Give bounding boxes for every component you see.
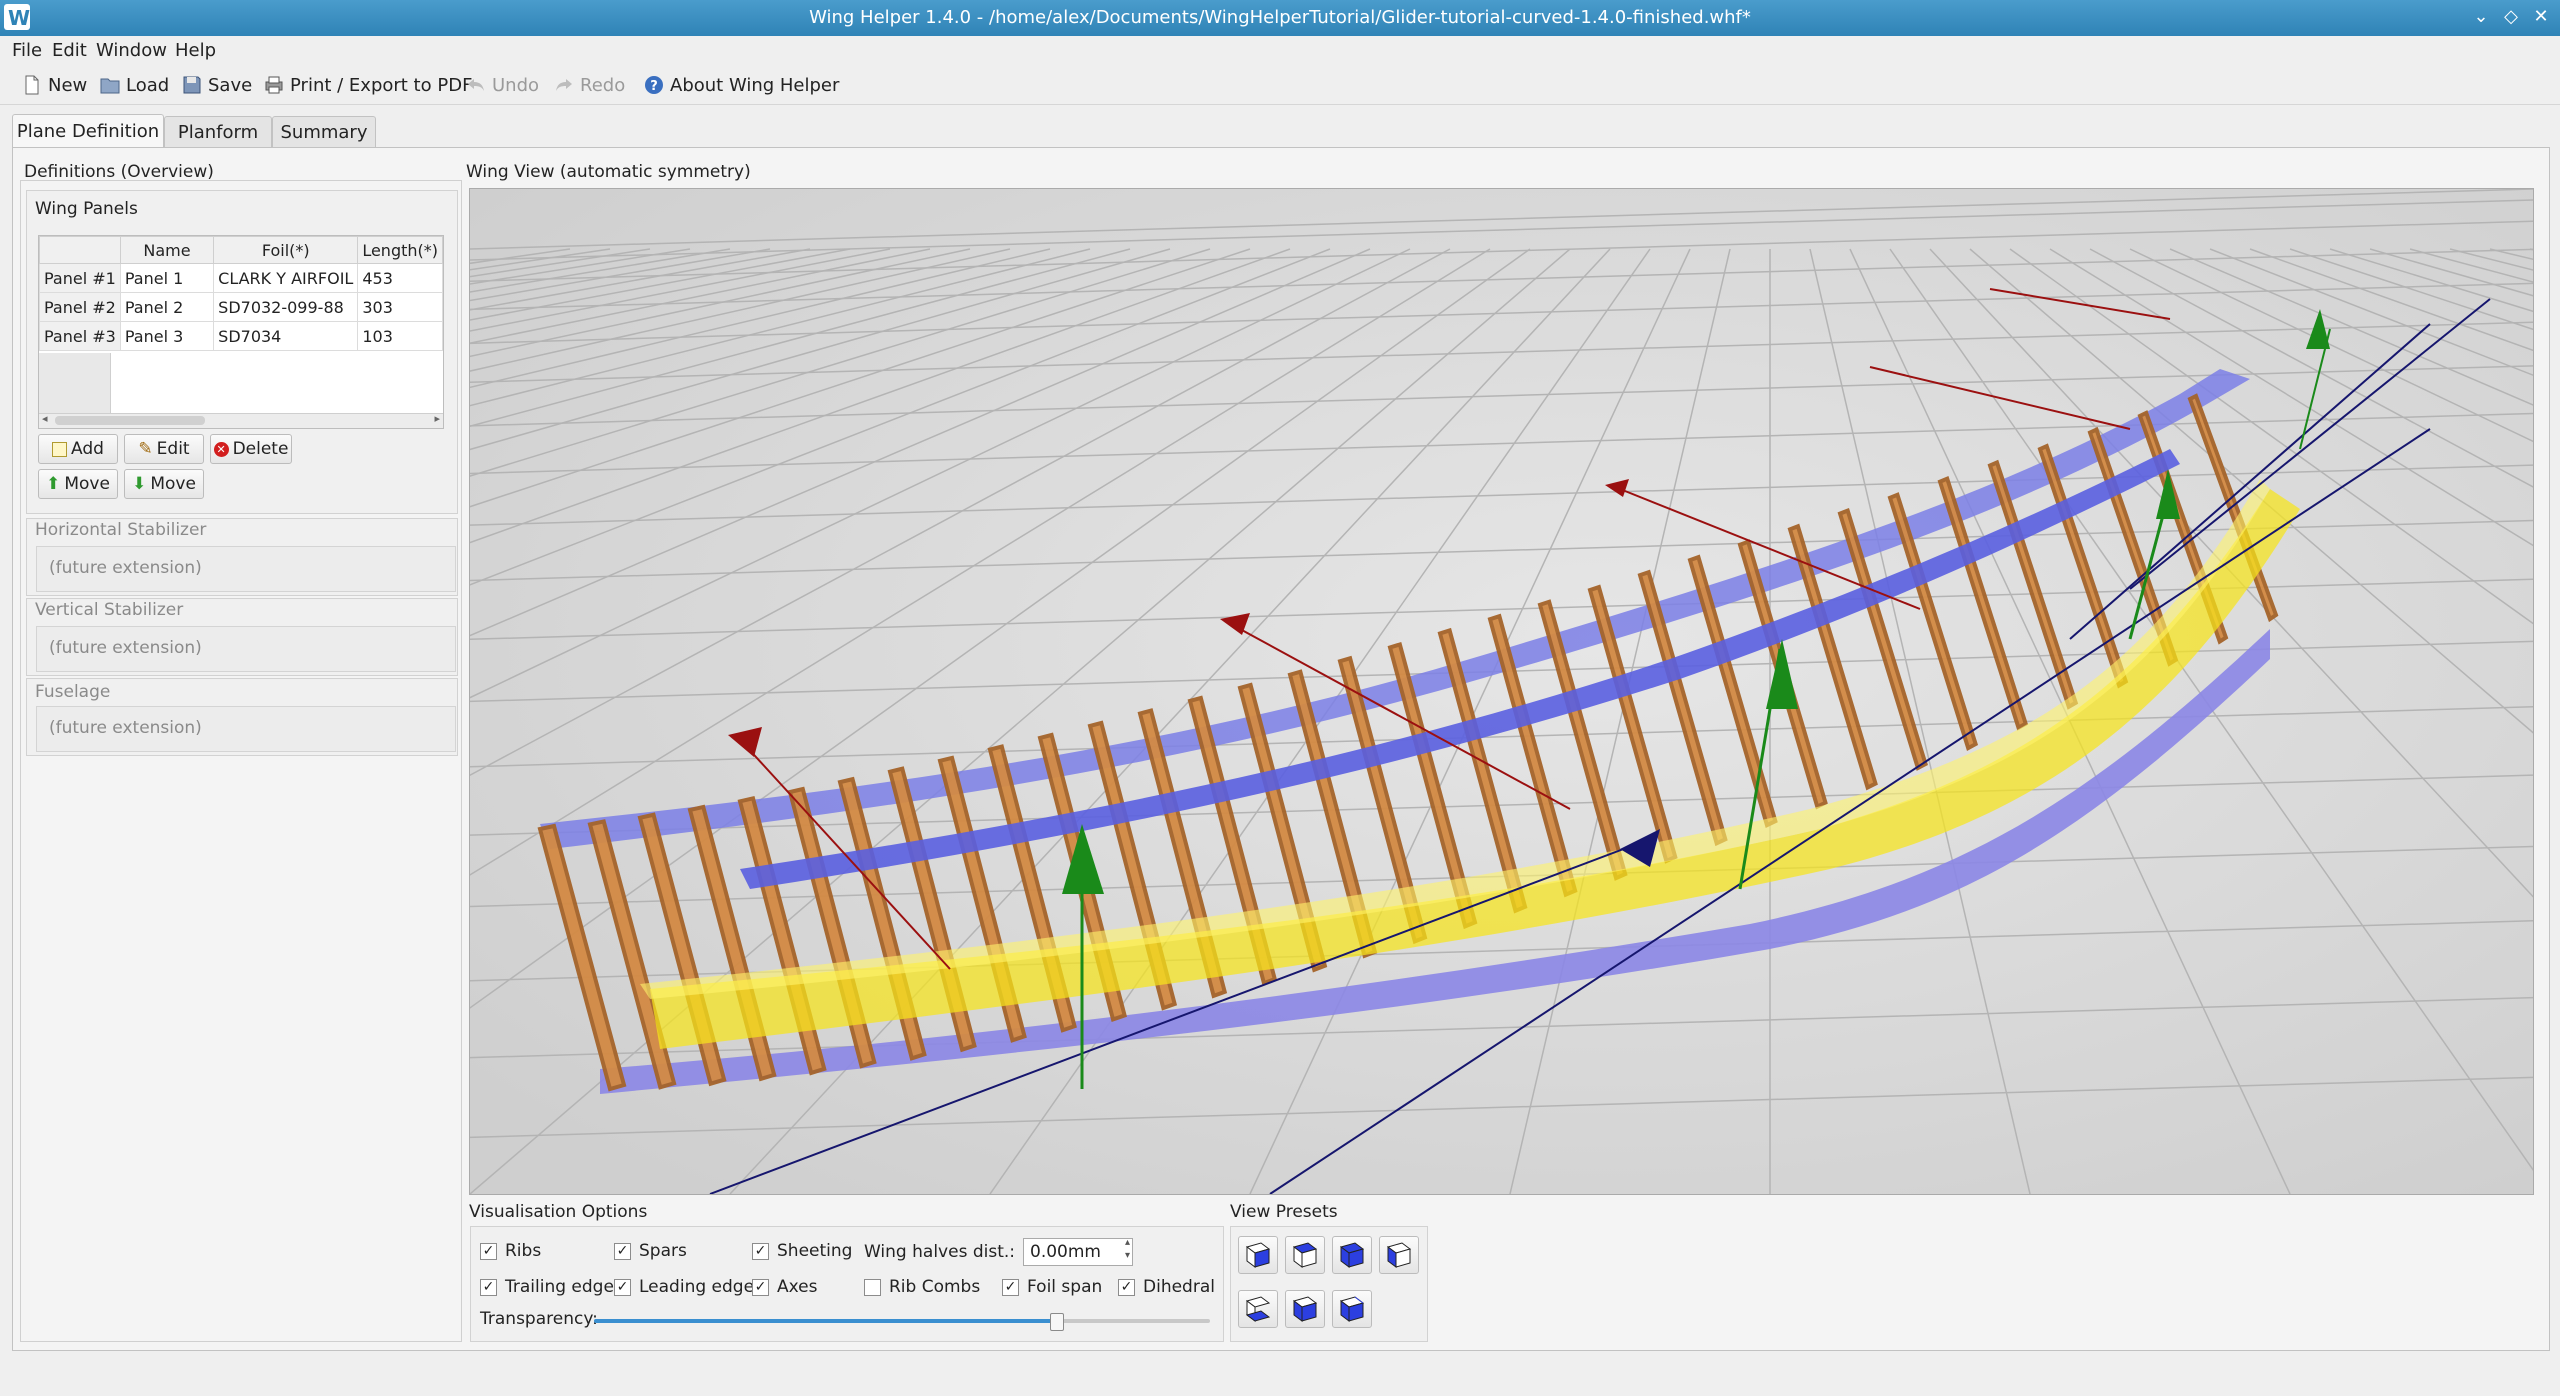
save-button[interactable]: Save [182,72,252,98]
transparency-slider[interactable] [594,1312,1210,1331]
load-button[interactable]: Load [100,72,169,98]
undo-button[interactable]: Undo [466,72,539,98]
tab-plane-definition[interactable]: Plane Definition [12,114,164,147]
menu-file[interactable]: File [12,40,42,61]
tab-planform[interactable]: Planform [164,116,272,147]
title-bar[interactable]: W Wing Helper 1.4.0 - /home/alex/Documen… [0,0,2560,36]
transparency-label: Transparency: [480,1309,598,1329]
preset-view-3-button[interactable] [1332,1236,1372,1274]
dihedral-label: Dihedral [1143,1277,1215,1297]
about-label: About Wing Helper [670,74,840,96]
redo-button[interactable]: Redo [554,72,625,98]
dihedral-check[interactable]: ✓ [1118,1278,1135,1296]
load-label: Load [126,74,170,96]
toolbar: New Load Save Print / Export to PDF Undo… [0,64,2560,105]
sheeting-label: Sheeting [777,1241,853,1261]
cube-icon [1339,1242,1365,1268]
wing-halves-value[interactable]: 0.00mm [1030,1242,1101,1262]
sheeting-check[interactable]: ✓ [752,1242,769,1260]
tab-summary[interactable]: Summary [272,116,376,147]
ribs-label: Ribs [505,1241,542,1261]
wing-3d-render [470,189,2533,1194]
cube-icon [1292,1296,1318,1322]
maximize-icon[interactable]: ◇ [2500,6,2522,27]
cube-icon [1292,1242,1318,1268]
print-button[interactable]: Print / Export to PDF [264,72,472,98]
rib-combs-check[interactable] [864,1278,881,1296]
spars-label: Spars [639,1241,687,1261]
leading-edge-label: Leading edge [639,1277,755,1297]
minimize-icon[interactable]: ⌄ [2470,6,2492,27]
wing-halves-label: Wing halves dist.: [864,1242,1015,1262]
about-button[interactable]: ? About Wing Helper [644,72,839,98]
wing-3d-view[interactable] [469,188,2534,1195]
preset-view-6-button[interactable] [1285,1290,1325,1328]
help-icon: ? [645,76,663,94]
redo-icon [556,79,572,91]
save-icon [183,76,201,94]
ribs-check[interactable]: ✓ [480,1242,497,1260]
preset-view-1-button[interactable] [1238,1236,1278,1274]
vis-options-title: Visualisation Options [469,1202,648,1222]
slider-handle[interactable] [1050,1313,1064,1331]
menu-bar: File Edit Window Help [0,36,2560,64]
sheeting-checkbox[interactable]: ✓ Sheeting [752,1241,852,1261]
spin-up-icon[interactable]: ▴ [1125,1237,1130,1248]
menu-help[interactable]: Help [175,40,216,61]
menu-window[interactable]: Window [96,40,167,61]
undo-label: Undo [492,74,540,96]
foil-span-checkbox[interactable]: ✓ Foil span [1002,1277,1102,1297]
folder-icon [100,78,120,94]
wing-view-title: Wing View (automatic symmetry) [466,162,751,182]
new-file-icon [25,75,39,95]
leading-edge-checkbox[interactable]: ✓ Leading edge [614,1277,754,1297]
new-label: New [48,74,88,96]
axes-label: Axes [777,1277,818,1297]
save-label: Save [208,74,253,96]
print-label: Print / Export to PDF [290,74,473,96]
spars-checkbox[interactable]: ✓ Spars [614,1241,687,1261]
wing-halves-spinbox[interactable]: 0.00mm ▴ ▾ [1023,1237,1133,1266]
cube-icon [1245,1242,1271,1268]
spars-check[interactable]: ✓ [614,1242,631,1260]
menu-edit[interactable]: Edit [52,40,87,61]
preset-view-4-button[interactable] [1379,1236,1419,1274]
transparency-row: Transparency: [480,1309,598,1329]
view-presets-title: View Presets [1230,1202,1338,1222]
new-button[interactable]: New [22,72,87,98]
cube-icon [1386,1242,1412,1268]
foil-span-check[interactable]: ✓ [1002,1278,1019,1296]
wing-halves-field: Wing halves dist.: 0.00mm ▴ ▾ [864,1237,1133,1266]
dihedral-checkbox[interactable]: ✓ Dihedral [1118,1277,1215,1297]
undo-icon [468,79,484,91]
printer-icon [265,76,283,94]
ribs-checkbox[interactable]: ✓ Ribs [480,1241,541,1261]
preset-view-5-button[interactable] [1238,1290,1278,1328]
trailing-edge-label: Trailing edge [505,1277,614,1297]
cube-icon [1339,1296,1365,1322]
preset-view-7-button[interactable] [1332,1290,1372,1328]
foil-span-label: Foil span [1027,1277,1103,1297]
preset-view-2-button[interactable] [1285,1236,1325,1274]
close-icon[interactable]: ✕ [2530,6,2552,27]
svg-text:?: ? [650,79,658,94]
redo-label: Redo [580,74,626,96]
rib-combs-label: Rib Combs [889,1277,981,1297]
axes-check[interactable]: ✓ [752,1278,769,1296]
left-panel-border [20,180,462,1342]
rib-combs-checkbox[interactable]: Rib Combs [864,1277,980,1297]
window-title: Wing Helper 1.4.0 - /home/alex/Documents… [809,7,1751,28]
trailing-edge-checkbox[interactable]: ✓ Trailing edge [480,1277,614,1297]
spin-down-icon[interactable]: ▾ [1125,1250,1130,1261]
trailing-edge-check[interactable]: ✓ [480,1278,497,1296]
slider-fill [594,1319,1056,1323]
axes-checkbox[interactable]: ✓ Axes [752,1277,817,1297]
leading-edge-check[interactable]: ✓ [614,1278,631,1296]
cube-icon [1245,1296,1271,1322]
definitions-heading: Definitions (Overview) [24,162,214,182]
